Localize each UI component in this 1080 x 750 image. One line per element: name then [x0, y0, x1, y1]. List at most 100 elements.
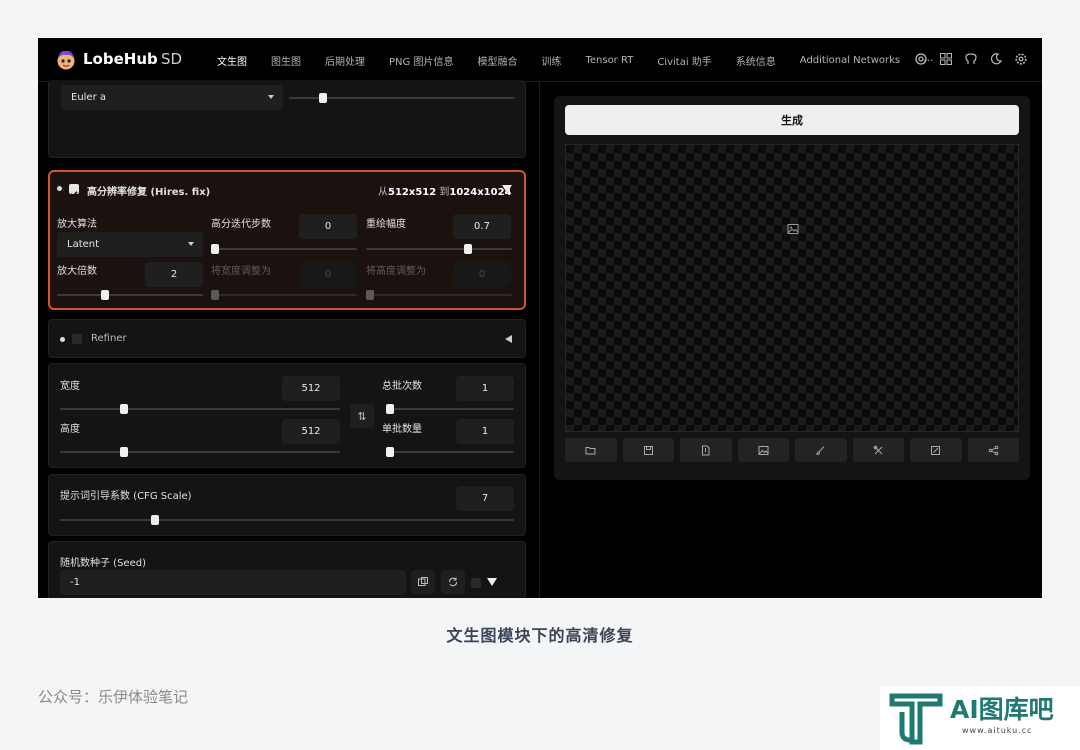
checkmark-icon: [70, 191, 78, 198]
resize-height-slider[interactable]: [366, 290, 512, 300]
batch-size-label: 单批数量: [382, 424, 422, 435]
slider-thumb[interactable]: [151, 515, 160, 525]
share-button[interactable]: [967, 438, 1019, 462]
extra-seed-checkbox[interactable]: [471, 578, 481, 588]
height-label: 高度: [60, 424, 80, 435]
tab-civitai-helper[interactable]: Civitai 助手: [650, 38, 718, 82]
seed-input-value: -1: [70, 577, 80, 588]
save-button[interactable]: [622, 438, 674, 462]
seed-input[interactable]: -1: [60, 570, 406, 595]
main-tabs: 文生图 图生图 后期处理 PNG 图片信息 模型融合 训练 Tensor RT …: [210, 38, 940, 82]
height-slider[interactable]: [60, 447, 340, 457]
chevron-down-icon: [268, 95, 274, 99]
random-seed-button[interactable]: [411, 570, 435, 594]
tab-system-info[interactable]: 系统信息: [729, 38, 783, 82]
seed-label: 随机数种子 (Seed): [60, 558, 146, 569]
send-to-extras-button[interactable]: [852, 438, 904, 462]
slider-thumb[interactable]: [366, 290, 374, 300]
upscaler-label: 放大算法: [57, 219, 97, 230]
refiner-checkbox[interactable]: [72, 334, 82, 344]
denoise-slider[interactable]: [366, 244, 512, 254]
watermark: AI图库吧 www.aituku.cc: [880, 686, 1080, 750]
width-slider[interactable]: [60, 404, 340, 414]
hires-steps-slider[interactable]: [211, 244, 357, 254]
tab-tensor-rt[interactable]: Tensor RT: [578, 38, 640, 82]
dice-icon: [418, 577, 428, 586]
tab-additional-networks[interactable]: Additional Networks: [793, 38, 907, 82]
screenshot-frame: LobeHub SD 文生图 图生图 后期处理 PNG 图片信息 模型融合 训练…: [38, 38, 1042, 598]
upscaler-select[interactable]: Latent: [57, 232, 203, 257]
resize-width-input[interactable]: 0: [299, 262, 357, 287]
resize-width-slider[interactable]: [211, 290, 357, 300]
brand-suffix: SD: [161, 50, 183, 68]
hires-steps-input[interactable]: 0: [299, 214, 357, 239]
reuse-seed-button[interactable]: [441, 570, 465, 594]
tab-extras[interactable]: 后期处理: [318, 38, 372, 82]
column-divider: [539, 82, 540, 598]
hires-fix-title: 高分辨率修复 (Hires. fix): [87, 187, 211, 198]
slider-thumb[interactable]: [120, 447, 129, 457]
batch-count-slider[interactable]: [386, 404, 514, 414]
height-input[interactable]: 512: [282, 419, 340, 444]
gear-icon[interactable]: [1014, 52, 1028, 66]
hires-steps-label: 高分迭代步数: [211, 219, 271, 230]
watermark-url: www.aituku.cc: [962, 726, 1033, 735]
moon-icon[interactable]: [989, 52, 1003, 66]
chevron-down-icon: [188, 242, 194, 246]
slider-thumb[interactable]: [120, 404, 129, 414]
grid-icon[interactable]: [939, 52, 953, 66]
tab-checkpoint-merger[interactable]: 模型融合: [470, 38, 524, 82]
slider-thumb[interactable]: [386, 447, 394, 457]
expand-seed-triangle-icon[interactable]: [487, 578, 497, 586]
hires-from-size: 512x512: [388, 187, 437, 198]
send-to-inpaint-button[interactable]: [795, 438, 847, 462]
author-credit: 公众号：乐伊体验笔记: [38, 688, 189, 706]
github-icon[interactable]: [964, 52, 978, 66]
batch-size-input[interactable]: 1: [456, 419, 514, 444]
upscale-by-slider[interactable]: [57, 290, 203, 300]
slider-thumb[interactable]: [211, 244, 219, 254]
slider-thumb[interactable]: [464, 244, 473, 254]
tab-txt2img[interactable]: 文生图: [210, 38, 254, 82]
expand-triangle-icon[interactable]: [505, 335, 512, 343]
tab-train[interactable]: 训练: [534, 38, 568, 82]
share-icon: [988, 445, 999, 455]
open-folder-button[interactable]: [565, 438, 617, 462]
slider-thumb[interactable]: [318, 93, 327, 103]
settings-gear-icon[interactable]: [914, 52, 928, 66]
folder-icon: [585, 446, 596, 454]
swap-dimensions-button[interactable]: ⇅: [350, 404, 374, 428]
batch-count-input[interactable]: 1: [456, 376, 514, 401]
tools-icon: [873, 445, 883, 454]
cfg-scale-slider[interactable]: [60, 515, 514, 525]
sampler-select[interactable]: Euler a: [61, 85, 283, 110]
collapse-triangle-icon[interactable]: [502, 185, 512, 193]
batch-size-slider[interactable]: [386, 447, 514, 457]
width-input[interactable]: 512: [282, 376, 340, 401]
slider-thumb[interactable]: [211, 290, 219, 300]
send-to-img2img-button[interactable]: [737, 438, 789, 462]
generate-button[interactable]: 生成: [565, 105, 1019, 135]
cfg-scale-input[interactable]: 7: [456, 486, 514, 511]
zip-button[interactable]: [680, 438, 732, 462]
lobehub-logo-icon: [57, 50, 75, 70]
cfg-scale-label: 提示词引导系数 (CFG Scale): [60, 491, 192, 502]
batch-count-label: 总批次数: [382, 381, 422, 392]
upscale-by-input[interactable]: 2: [145, 262, 203, 287]
slider-thumb[interactable]: [101, 290, 110, 300]
tab-png-info[interactable]: PNG 图片信息: [382, 38, 460, 82]
sampling-steps-slider[interactable]: [289, 93, 515, 103]
image-size-panel: 宽度 512 高度 512 ⇅ 总批次数 1 单批数量 1: [48, 363, 526, 468]
tab-img2img[interactable]: 图生图: [264, 38, 308, 82]
recycle-icon: [448, 577, 458, 587]
edit-button[interactable]: [910, 438, 962, 462]
cfg-scale-panel: 提示词引导系数 (CFG Scale) 7: [48, 474, 526, 536]
refiner-label: Refiner: [91, 333, 127, 344]
figure-caption: 文生图模块下的高清修复: [446, 626, 634, 645]
slider-thumb[interactable]: [386, 404, 394, 414]
denoise-input[interactable]: 0.7: [453, 214, 511, 239]
resize-height-input[interactable]: 0: [453, 262, 511, 287]
resize-width-label: 将宽度调整为: [211, 266, 271, 277]
denoise-label: 重绘幅度: [366, 219, 406, 230]
hires-fix-checkbox[interactable]: [69, 184, 79, 198]
